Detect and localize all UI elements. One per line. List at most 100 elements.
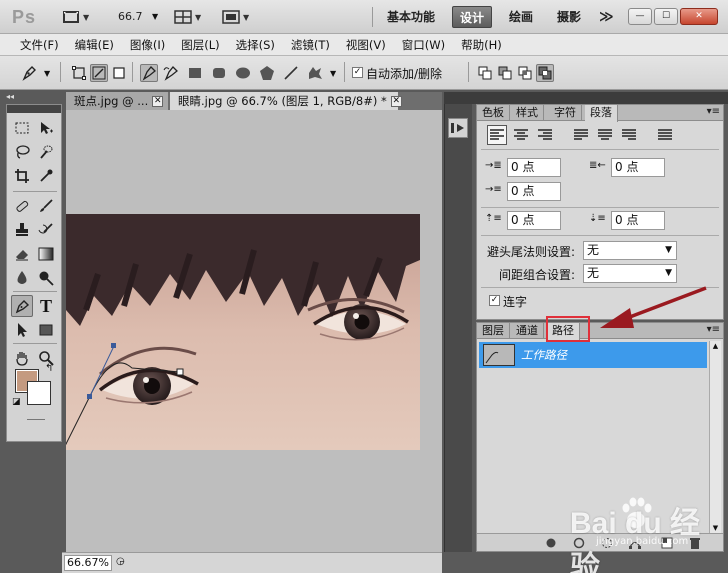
minimize-button[interactable]: — xyxy=(628,8,652,25)
rectangle-option[interactable] xyxy=(186,64,204,82)
panel-menu-icon[interactable]: ▾≡ xyxy=(707,106,720,117)
clone-stamp-tool[interactable] xyxy=(11,219,33,241)
tab-swatches[interactable]: 色板 xyxy=(477,105,510,121)
anchor-point[interactable] xyxy=(87,394,92,399)
rounded-rectangle-option[interactable] xyxy=(210,64,228,82)
workspace-more-button[interactable]: ≫ xyxy=(592,6,621,28)
anchor-point[interactable] xyxy=(176,368,184,376)
align-right-button[interactable] xyxy=(535,125,555,145)
tab-spots-jpg[interactable]: 斑点.jpg @ ... ✕ xyxy=(66,92,168,110)
subtract-shape-button[interactable] xyxy=(496,64,514,82)
workspace-essentials[interactable]: 基本功能 xyxy=(380,6,442,28)
menu-window[interactable]: 窗口(W) xyxy=(394,37,453,53)
chevron-down-icon[interactable]: ▼ xyxy=(44,69,50,78)
intersect-shape-button[interactable] xyxy=(516,64,534,82)
quick-selection-tool[interactable] xyxy=(35,141,57,163)
close-icon[interactable]: ✕ xyxy=(152,96,164,107)
indent-right-input[interactable]: 0 点 xyxy=(611,158,665,177)
eyedropper-tool[interactable] xyxy=(35,165,57,187)
justify-last-left-button[interactable] xyxy=(571,125,591,145)
menu-image[interactable]: 图像(I) xyxy=(122,37,173,53)
close-icon[interactable]: ✕ xyxy=(390,96,402,107)
marquee-tool[interactable] xyxy=(11,117,33,139)
rectangle-tool[interactable] xyxy=(35,319,57,341)
pen-tool[interactable] xyxy=(11,295,33,317)
dodge-tool[interactable] xyxy=(35,267,57,289)
zoom-level[interactable]: 66.7 xyxy=(118,10,143,23)
arrange-documents-button[interactable]: ▼ xyxy=(174,9,201,25)
chevron-down-icon[interactable]: ▼ xyxy=(330,69,336,78)
tool-preset-picker[interactable] xyxy=(20,64,38,82)
ellipse-option[interactable] xyxy=(234,64,252,82)
exclude-shape-button[interactable] xyxy=(536,64,554,82)
tools-panel-header[interactable] xyxy=(7,105,61,113)
brush-tool[interactable] xyxy=(35,195,57,217)
justify-all-button[interactable] xyxy=(655,125,675,145)
gradient-tool[interactable] xyxy=(35,243,57,265)
fill-pixels-mode[interactable] xyxy=(110,64,128,82)
combine-shape-button[interactable] xyxy=(476,64,494,82)
workspace-painting[interactable]: 绘画 xyxy=(502,6,540,28)
history-panel-button[interactable] xyxy=(448,118,468,138)
workspace-design[interactable]: 设计 xyxy=(452,6,493,28)
hand-tool[interactable] xyxy=(11,347,33,369)
tab-channels[interactable]: 通道 xyxy=(511,323,544,339)
tab-eyes-jpg[interactable]: 眼睛.jpg @ 66.7% (图层 1, RGB/8#) * ✕ xyxy=(170,92,402,110)
default-colors-icon[interactable]: ◪ xyxy=(12,397,21,407)
eraser-tool[interactable] xyxy=(11,243,33,265)
space-before-input[interactable]: 0 点 xyxy=(507,211,561,230)
align-left-button[interactable] xyxy=(487,125,507,145)
anchor-handle[interactable] xyxy=(111,343,116,348)
shape-layers-mode[interactable] xyxy=(70,64,88,82)
justify-last-center-button[interactable] xyxy=(595,125,615,145)
history-brush-tool[interactable] xyxy=(35,219,57,241)
indent-first-line-input[interactable]: 0 点 xyxy=(507,182,561,201)
healing-brush-tool[interactable] xyxy=(11,195,33,217)
menu-edit[interactable]: 编辑(E) xyxy=(67,37,122,53)
crop-tool[interactable] xyxy=(11,165,33,187)
kinsoku-select[interactable]: 无 ▼ xyxy=(583,241,677,260)
menu-filter[interactable]: 滤镜(T) xyxy=(283,37,338,53)
tab-layers[interactable]: 图层 xyxy=(477,323,510,339)
lasso-tool[interactable] xyxy=(11,141,33,163)
menu-select[interactable]: 选择(S) xyxy=(228,37,283,53)
status-zoom-input[interactable]: 66.67% xyxy=(64,555,112,571)
workspace-photography[interactable]: 摄影 xyxy=(550,6,588,28)
swap-colors-icon[interactable]: ↰ xyxy=(45,363,53,374)
path-selection-tool[interactable] xyxy=(11,319,33,341)
hyphenate-checkbox[interactable]: ✓ xyxy=(489,295,500,306)
justify-last-right-button[interactable] xyxy=(619,125,639,145)
space-after-input[interactable]: 0 点 xyxy=(611,211,665,230)
polygon-option[interactable] xyxy=(258,64,276,82)
screen-mode-launcher[interactable]: ▼ xyxy=(62,9,89,25)
indent-left-input[interactable]: 0 点 xyxy=(507,158,561,177)
menu-layer[interactable]: 图层(L) xyxy=(173,37,227,53)
line-option[interactable] xyxy=(282,64,300,82)
screen-mode-button[interactable]: ▼ xyxy=(222,9,249,25)
maximize-button[interactable]: ☐ xyxy=(654,8,678,25)
close-button[interactable]: ✕ xyxy=(680,8,718,25)
canvas-area[interactable] xyxy=(66,110,442,552)
type-tool[interactable]: T xyxy=(35,295,57,317)
collapse-icon[interactable]: ◂◂ xyxy=(6,92,14,101)
pen-tool-option[interactable] xyxy=(140,64,158,82)
chevron-down-icon[interactable]: ▼ xyxy=(152,12,158,21)
tab-paragraph[interactable]: 段落 xyxy=(585,105,618,122)
menu-help[interactable]: 帮助(H) xyxy=(453,37,510,53)
custom-shape-option[interactable] xyxy=(306,64,324,82)
menu-view[interactable]: 视图(V) xyxy=(338,37,394,53)
scroll-up-icon[interactable]: ▲ xyxy=(711,341,720,351)
menu-file[interactable]: 文件(F) xyxy=(12,37,67,53)
path-row-work-path[interactable]: 工作路径 xyxy=(479,342,707,368)
background-color-swatch[interactable] xyxy=(27,381,51,405)
status-info-icon[interactable]: ◶ xyxy=(116,556,125,567)
pen-path-overlay[interactable] xyxy=(66,110,442,552)
paths-mode[interactable] xyxy=(90,64,108,82)
auto-add-delete-checkbox[interactable]: ✓ xyxy=(352,67,363,78)
align-center-button[interactable] xyxy=(511,125,531,145)
blur-tool[interactable] xyxy=(11,267,33,289)
move-tool[interactable] xyxy=(35,117,57,139)
freeform-pen-option[interactable] xyxy=(162,64,180,82)
mojikumi-select[interactable]: 无 ▼ xyxy=(583,264,677,283)
tab-styles[interactable]: 样式 xyxy=(511,105,544,121)
